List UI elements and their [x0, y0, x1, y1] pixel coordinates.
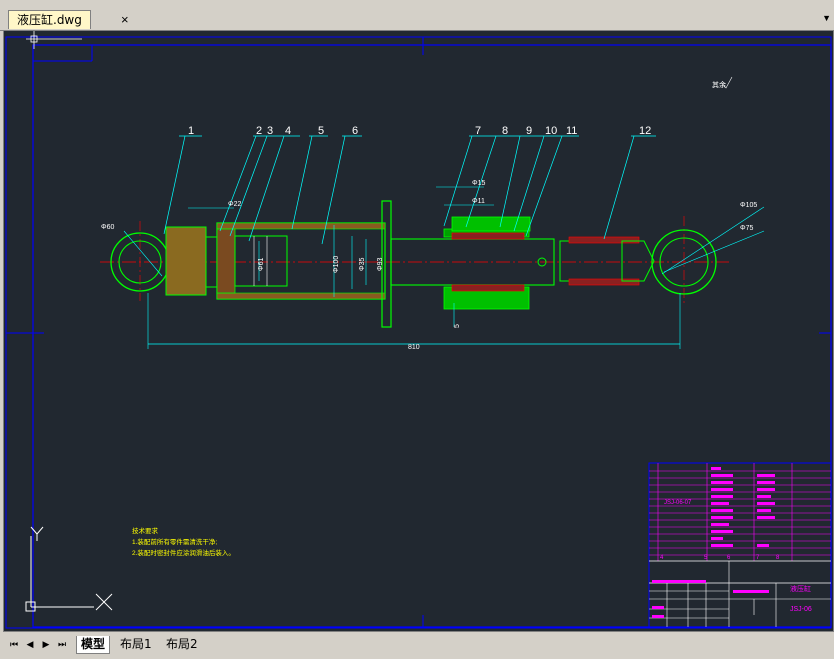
tab-layout-1[interactable]: 布局1: [116, 636, 156, 653]
balloon-8: 8: [502, 125, 508, 137]
balloon-6: 6: [352, 125, 358, 137]
mark-digit-3: 6: [727, 555, 731, 561]
dim-d100: Φ100: [333, 256, 340, 273]
next-layout-icon[interactable]: ▶: [40, 639, 52, 650]
balloon-3: 3: [267, 125, 273, 137]
dim-d105: Φ105: [740, 202, 757, 209]
balloon-2: 2: [256, 125, 262, 137]
dim-d60: Φ60: [101, 224, 114, 231]
drawing-number: JSJ-06: [790, 606, 812, 613]
title-block: JSJ-06-07 4 5 6 7 8 液压缸 JSJ-06: [648, 462, 832, 628]
dim-d35: Φ35: [359, 258, 366, 271]
roughness-note: 其余: [712, 80, 726, 89]
notes-line-2: 2.装配时密封件应涂润滑油后装入。: [132, 548, 235, 557]
dim-d61: Φ61: [258, 258, 265, 271]
balloon-7: 7: [475, 125, 481, 137]
balloon-9: 9: [526, 125, 532, 137]
dim-d5: 5: [454, 324, 461, 328]
dim-length: 810: [408, 344, 420, 351]
mark-digit-4: 7: [756, 555, 760, 561]
dim-d22: Φ22: [228, 201, 241, 208]
drawing-viewport-frame: 1 2 3 4 5 6 7 8 9 10 11 12 Φ60 Φ22 Φ15 Φ…: [3, 30, 834, 632]
document-tab-bar: 液压缸.dwg × ▼: [0, 8, 834, 31]
document-title: 液压缸.dwg: [17, 13, 82, 27]
drawing-canvas[interactable]: 1 2 3 4 5 6 7 8 9 10 11 12 Φ60 Φ22 Φ15 Φ…: [4, 31, 833, 631]
balloon-12: 12: [639, 125, 651, 137]
drawing-name: 液压缸: [790, 584, 811, 593]
balloon-10: 10: [545, 125, 557, 137]
balloon-5: 5: [318, 125, 324, 137]
notes-title: 技术要求: [132, 526, 159, 535]
tab-layout-2[interactable]: 布局2: [162, 636, 202, 653]
dim-d15: Φ15: [472, 180, 485, 187]
dim-d93: Φ93: [377, 258, 384, 271]
last-layout-icon[interactable]: ⏭: [56, 639, 68, 650]
balloon-1: 1: [188, 125, 194, 137]
chevron-down-icon[interactable]: ▼: [822, 13, 831, 23]
notes-line-1: 1.装配前所有零件需清洗干净;: [132, 537, 217, 546]
part-code: JSJ-06-07: [664, 500, 692, 506]
mark-digit-2: 5: [704, 555, 708, 561]
cad-drawing: 1 2 3 4 5 6 7 8 9 10 11 12 Φ60 Φ22 Φ15 Φ…: [5, 31, 832, 629]
dim-d75: Φ75: [740, 225, 753, 232]
end-cap: [165, 226, 207, 296]
first-layout-icon[interactable]: ⏮: [8, 639, 20, 650]
dim-d11: Φ11: [472, 198, 485, 205]
tab-model[interactable]: 模型: [76, 636, 111, 654]
mark-digit-1: 4: [660, 555, 664, 561]
balloon-11: 11: [566, 125, 577, 137]
piston: [216, 228, 236, 294]
tab-document[interactable]: 液压缸.dwg: [8, 10, 91, 29]
previous-layout-icon[interactable]: ◀: [24, 639, 36, 650]
mark-digit-5: 8: [776, 555, 780, 561]
close-icon[interactable]: ×: [121, 12, 129, 27]
layout-tab-bar: ⏮ ◀ ▶ ⏭ 模型 布局1 布局2: [0, 632, 834, 659]
ucs-icon: [25, 526, 113, 612]
balloon-4: 4: [285, 125, 291, 137]
